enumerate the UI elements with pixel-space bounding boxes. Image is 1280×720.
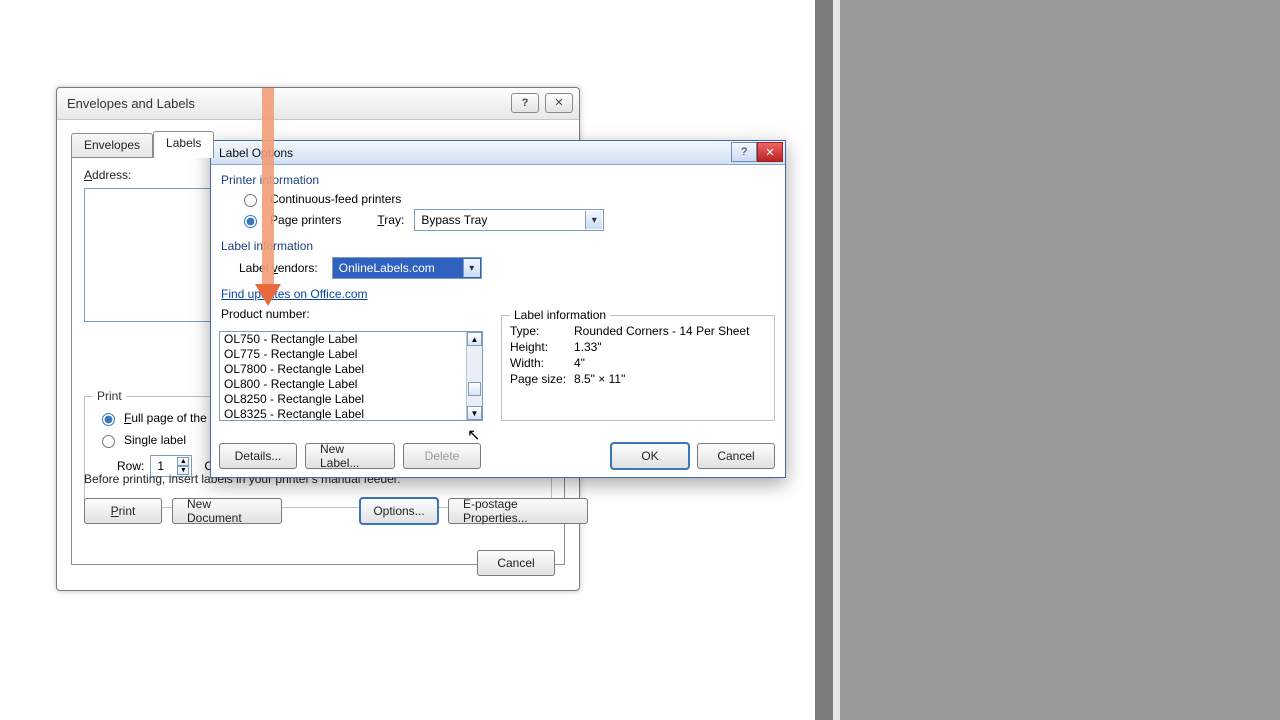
new-label-button[interactable]: New Label... bbox=[305, 443, 395, 469]
cancel-button[interactable]: Cancel bbox=[477, 550, 555, 576]
info-title: Label information bbox=[510, 308, 610, 322]
dialog-titlebar[interactable]: Label Options ? ✕ bbox=[211, 141, 785, 165]
height-key: Height: bbox=[510, 340, 574, 354]
scroll-down-icon[interactable]: ▼ bbox=[467, 406, 482, 420]
vendors-label: Label vendors: bbox=[239, 261, 318, 275]
close-button[interactable]: ✕ bbox=[545, 93, 573, 113]
row-label: Row: bbox=[117, 459, 144, 473]
tab-label: Labels bbox=[166, 136, 201, 150]
delete-button: Delete bbox=[403, 443, 481, 469]
type-key: Type: bbox=[510, 324, 574, 338]
tray-select[interactable]: Bypass Tray bbox=[414, 209, 604, 231]
pagesize-value: 8.5" × 11" bbox=[574, 372, 625, 386]
row-value: 1 bbox=[157, 459, 164, 473]
list-item[interactable]: OL7800 - Rectangle Label bbox=[220, 362, 466, 377]
list-item[interactable]: OL8250 - Rectangle Label bbox=[220, 392, 466, 407]
dialog-title: Envelopes and Labels bbox=[67, 96, 195, 111]
epostage-button[interactable]: E-postage Properties... bbox=[448, 498, 588, 524]
group-title: Print bbox=[93, 389, 126, 403]
tray-value: Bypass Tray bbox=[421, 213, 487, 227]
options-button[interactable]: Options... bbox=[360, 498, 438, 524]
cancel-button[interactable]: Cancel bbox=[697, 443, 775, 469]
scrollbar[interactable]: ▲ ▼ bbox=[466, 332, 482, 420]
label-options-dialog: Label Options ? ✕ Printer information Co… bbox=[210, 140, 786, 478]
desktop-background bbox=[815, 0, 1280, 720]
close-button[interactable]: ✕ bbox=[757, 142, 783, 162]
label-info-box: Label information Type:Rounded Corners -… bbox=[501, 315, 775, 421]
width-key: Width: bbox=[510, 356, 574, 370]
ok-button[interactable]: OK bbox=[611, 443, 689, 469]
height-value: 1.33" bbox=[574, 340, 602, 354]
help-button[interactable]: ? bbox=[731, 142, 757, 162]
product-number-listbox[interactable]: OL750 - Rectangle Label OL775 - Rectangl… bbox=[219, 331, 483, 421]
section-label-info: Label information bbox=[221, 239, 775, 253]
vendors-select[interactable]: OnlineLabels.com bbox=[332, 257, 482, 279]
radio-label: Page printers bbox=[270, 213, 341, 227]
list-item[interactable]: OL750 - Rectangle Label bbox=[220, 332, 466, 347]
tab-envelopes[interactable]: Envelopes bbox=[71, 133, 153, 158]
radio-page-printers[interactable] bbox=[244, 215, 257, 228]
section-printer-info: Printer information bbox=[221, 173, 775, 187]
help-button[interactable]: ? bbox=[511, 93, 539, 113]
vendors-value: OnlineLabels.com bbox=[339, 261, 435, 275]
scroll-up-icon[interactable]: ▲ bbox=[467, 332, 482, 346]
list-item[interactable]: OL8325 - Rectangle Label bbox=[220, 407, 466, 421]
scroll-thumb[interactable] bbox=[468, 382, 481, 396]
width-value: 4" bbox=[574, 356, 585, 370]
radio-continuous-feed[interactable] bbox=[244, 194, 257, 207]
office-updates-link[interactable]: Find updates on Office.com bbox=[221, 287, 368, 301]
radio-label: Continuous-feed printers bbox=[270, 192, 401, 206]
tab-label: Envelopes bbox=[84, 138, 140, 152]
print-button[interactable]: Print bbox=[84, 498, 162, 524]
tab-labels[interactable]: Labels bbox=[153, 131, 214, 158]
radio-label: Single label bbox=[124, 433, 186, 447]
dialog-title: Label Options bbox=[219, 146, 293, 160]
dialog-titlebar[interactable]: Envelopes and Labels ? ✕ bbox=[57, 88, 579, 120]
list-item[interactable]: OL800 - Rectangle Label bbox=[220, 377, 466, 392]
new-document-button[interactable]: New Document bbox=[172, 498, 282, 524]
details-button[interactable]: Details... bbox=[219, 443, 297, 469]
list-item[interactable]: OL775 - Rectangle Label bbox=[220, 347, 466, 362]
tray-label: Tray: bbox=[377, 213, 404, 227]
pagesize-key: Page size: bbox=[510, 372, 574, 386]
type-value: Rounded Corners - 14 Per Sheet bbox=[574, 324, 749, 338]
radio-single-label[interactable] bbox=[102, 435, 115, 448]
spin-up-icon[interactable]: ▲ bbox=[177, 457, 189, 466]
radio-full-page[interactable] bbox=[102, 413, 115, 426]
